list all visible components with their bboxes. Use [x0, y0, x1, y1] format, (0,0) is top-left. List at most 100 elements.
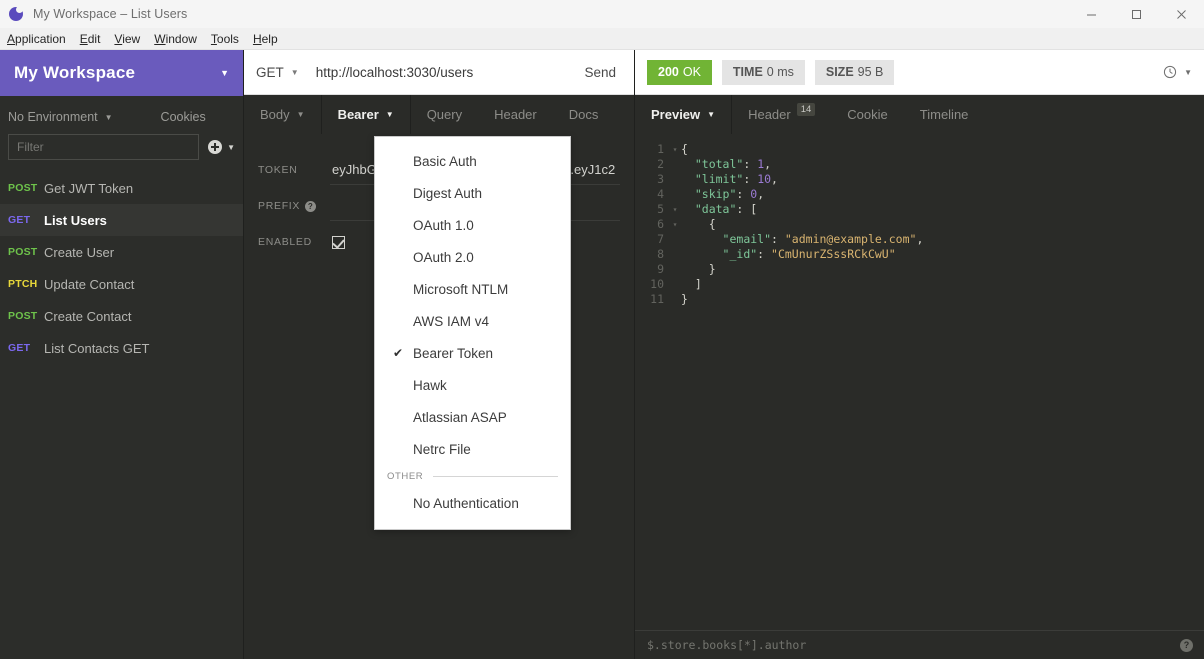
auth-option-oauth-2-0[interactable]: OAuth 2.0 [375, 241, 570, 273]
help-icon[interactable]: ? [1180, 638, 1193, 652]
auth-option-oauth-1-0[interactable]: OAuth 1.0 [375, 209, 570, 241]
auth-option-label: OAuth 1.0 [413, 217, 474, 233]
auth-option-bearer-token[interactable]: ✔ Bearer Token [375, 337, 570, 369]
new-request-button[interactable]: ▼ [208, 140, 235, 154]
jsonpath-filter-input[interactable] [647, 638, 1180, 652]
menu-view[interactable]: View [107, 30, 147, 48]
help-icon[interactable]: ? [305, 200, 317, 212]
code-line: 4 "skip": 0, [635, 187, 1204, 202]
code-token: , [771, 172, 778, 186]
tab-header[interactable]: Header [478, 95, 553, 134]
maximize-icon[interactable] [1114, 0, 1159, 28]
time-value: 0 ms [766, 65, 794, 79]
url-input[interactable]: http://localhost:3030/users [316, 65, 474, 80]
tab-cookie[interactable]: Cookie [831, 95, 903, 134]
code-line: 9 } [635, 262, 1204, 277]
chevron-down-icon: ▼ [707, 110, 716, 119]
menu-window[interactable]: Window [147, 30, 204, 48]
status-code: 200 [658, 65, 679, 79]
dropdown-section-other: OTHER [375, 465, 570, 487]
request-method[interactable]: GET [256, 65, 284, 80]
enabled-checkbox[interactable] [332, 235, 345, 249]
code-token: "limit" [694, 172, 744, 186]
response-body-json: 1 ▾{2 "total": 1, 3 "limit": 10, 4 "skip": … [635, 134, 1204, 307]
response-pane: 200 OK TIME 0 ms SIZE 95 B ▼ Preview ▼ Header… [634, 50, 1204, 659]
code-line: 2 "total": 1, [635, 157, 1204, 172]
code-line: 10 ] [635, 277, 1204, 292]
tab-body[interactable]: Body ▼ [244, 95, 322, 134]
auth-option-no-authentication[interactable]: No Authentication [375, 487, 570, 519]
auth-option-aws-iam-v4[interactable]: AWS IAM v4 [375, 305, 570, 337]
auth-option-atlassian-asap[interactable]: Atlassian ASAP [375, 401, 570, 433]
code-token: [ [750, 202, 758, 216]
send-button[interactable]: Send [578, 61, 622, 84]
auth-option-basic-auth[interactable]: Basic Auth [375, 145, 570, 177]
line-number: 2 [657, 157, 664, 171]
chevron-down-icon[interactable]: ▼ [291, 68, 299, 77]
url-bar: GET ▼ http://localhost:3030/users Send [244, 50, 634, 95]
tab-timeline[interactable]: Timeline [904, 95, 985, 134]
request-item-update-contact[interactable]: PTCH Update Contact [0, 268, 243, 300]
code-text: "total": 1, [681, 157, 771, 172]
response-history-button[interactable]: ▼ [1163, 65, 1192, 79]
menu-tools[interactable]: Tools [204, 30, 246, 48]
auth-option-label: AWS IAM v4 [413, 313, 490, 329]
auth-option-hawk[interactable]: Hawk [375, 369, 570, 401]
menu-edit[interactable]: Edit [73, 30, 108, 48]
environment-row: No Environment ▼ Cookies [0, 102, 243, 132]
status-badge: 200 OK [647, 59, 712, 85]
request-method-label: GET [8, 214, 31, 226]
line-number: 11 [650, 292, 664, 306]
request-item-list-users[interactable]: GET List Users [0, 204, 243, 236]
request-item-get-jwt-token[interactable]: POST Get JWT Token [0, 172, 243, 204]
menu-help[interactable]: Help [246, 30, 285, 48]
plus-icon [208, 140, 223, 154]
code-token: "total" [694, 157, 744, 171]
auth-option-label: Digest Auth [413, 185, 483, 201]
request-item-create-contact[interactable]: POST Create Contact [0, 300, 243, 332]
line-number: 7 [657, 232, 664, 246]
line-number: 5 [657, 202, 664, 216]
request-method-label: POST [8, 182, 38, 194]
minimize-icon[interactable] [1069, 0, 1114, 28]
close-icon[interactable] [1159, 0, 1204, 28]
chevron-down-icon: ▼ [296, 110, 305, 119]
tab-query[interactable]: Query [411, 95, 478, 134]
tab-preview[interactable]: Preview ▼ [635, 95, 733, 134]
dropdown-items: Basic Auth Digest Auth OAuth 1.0 OAuth 2.0 M… [375, 145, 570, 465]
tab-bearer[interactable]: Bearer ▼ [322, 95, 411, 134]
filter-row: ▼ [0, 134, 243, 160]
fold-toggle-icon[interactable]: ▾ [669, 142, 681, 157]
response-tab-bar: Preview ▼ Header 14 Cookie Timeline [635, 95, 1204, 134]
tab-header[interactable]: Header 14 [732, 95, 831, 134]
request-item-create-user[interactable]: POST Create User [0, 236, 243, 268]
auth-option-netrc-file[interactable]: Netrc File [375, 433, 570, 465]
cookies-button[interactable]: Cookies [161, 110, 206, 124]
size-badge: SIZE 95 B [814, 59, 895, 85]
menu-application[interactable]: Application [0, 30, 73, 48]
request-method-label: GET [8, 342, 31, 354]
tab-label: Query [426, 107, 463, 122]
dropdown-other-items: No Authentication [375, 487, 570, 519]
request-item-list-contacts-get[interactable]: GET List Contacts GET [0, 332, 243, 364]
fold-toggle-icon[interactable]: ▾ [669, 217, 681, 232]
divider [433, 475, 558, 477]
auth-option-label: Netrc File [413, 441, 471, 457]
time-badge: TIME 0 ms [721, 59, 805, 85]
tab-label: Header [494, 107, 537, 122]
check-icon: ✔ [393, 346, 404, 360]
workspace-header[interactable]: My Workspace ▼ [0, 50, 243, 96]
tab-label: Header [748, 107, 791, 122]
auth-option-digest-auth[interactable]: Digest Auth [375, 177, 570, 209]
request-list: POST Get JWT Token GET List Users POST Create… [0, 172, 243, 364]
sidebar-filter-input[interactable] [8, 134, 200, 160]
status-text: OK [682, 65, 701, 79]
environment-selector[interactable]: No Environment [8, 110, 98, 124]
code-token: } [708, 262, 716, 276]
auth-option-microsoft-ntlm[interactable]: Microsoft NTLM [375, 273, 570, 305]
tab-docs[interactable]: Docs [553, 95, 615, 134]
fold-toggle-icon[interactable]: ▾ [669, 202, 681, 217]
